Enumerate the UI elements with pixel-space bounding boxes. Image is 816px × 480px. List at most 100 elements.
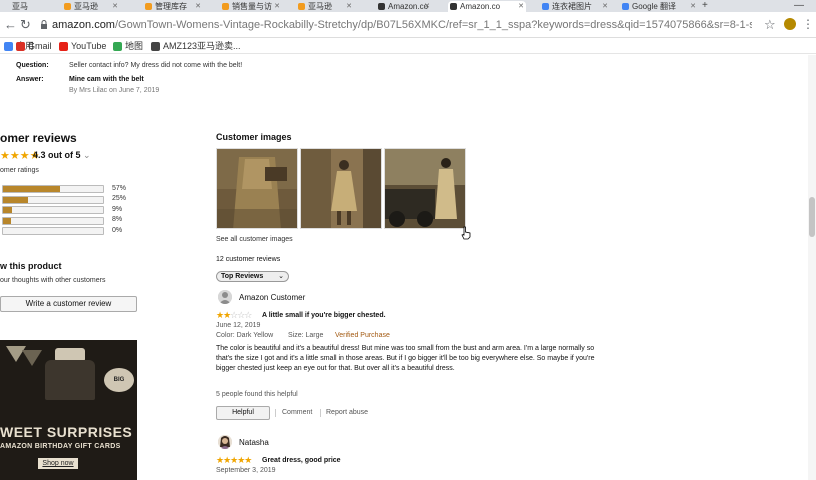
histogram-percent[interactable]: 25%	[112, 195, 126, 202]
tab-3[interactable]: 销售量与访 ✕	[220, 1, 282, 12]
write-review-button[interactable]: Write a customer review	[0, 296, 137, 312]
url-input[interactable]: amazon.com/GownTown-Womens-Vintage-Rocka…	[52, 18, 752, 32]
customer-image-thumb[interactable]	[216, 148, 298, 229]
chevron-down-icon: ⌄	[278, 273, 284, 280]
reviewer-avatar	[218, 290, 232, 304]
histogram-bar[interactable]	[2, 195, 104, 204]
histogram-bar[interactable]	[2, 206, 104, 214]
question-text[interactable]: Seller contact info? My dress did not co…	[69, 62, 242, 69]
page-scrollbar[interactable]	[808, 55, 816, 480]
tab-0-label: 亚马逊	[12, 2, 28, 11]
review-size[interactable]: Size: Large	[288, 332, 323, 339]
see-all-customer-images-link[interactable]: See all customer images	[216, 236, 293, 243]
lock-icon	[41, 20, 47, 29]
bookmark-maps[interactable]: 地图	[113, 40, 143, 52]
tab-close-icon[interactable]: ✕	[274, 1, 280, 12]
customer-image-thumb[interactable]	[384, 148, 466, 229]
party-flag-icon	[22, 350, 42, 366]
tab-close-icon[interactable]: ✕	[195, 1, 201, 12]
reload-icon[interactable]: ↻	[20, 18, 31, 32]
comment-link[interactable]: Comment	[282, 409, 312, 416]
sort-selected-label: Top Reviews	[221, 273, 264, 280]
bookmark-gmail[interactable]: Gmail	[16, 40, 52, 52]
review-this-product-heading: w this product	[0, 261, 62, 271]
minimize-window-icon[interactable]: —	[794, 0, 804, 12]
customer-photo	[385, 149, 465, 228]
tab-close-icon[interactable]: ✕	[112, 1, 118, 12]
bookmark-youtube[interactable]: YouTube	[59, 40, 106, 52]
tab-close-icon[interactable]: ✕	[346, 1, 352, 12]
verified-purchase-badge: Verified Purchase	[335, 332, 390, 339]
review-stars-icon: ★★★★★	[216, 455, 252, 466]
histogram-percent[interactable]: 9%	[112, 206, 122, 213]
helpful-button[interactable]: Helpful	[216, 406, 270, 420]
review-stars-icon: ★★☆☆☆	[216, 310, 252, 321]
star-empty-icon: ☆☆☆	[230, 310, 252, 320]
google-translate-favicon-icon	[622, 3, 629, 10]
review-color[interactable]: Color: Dark Yellow	[216, 332, 273, 339]
tab-8[interactable]: 连衣裙图片 ✕	[540, 1, 610, 12]
customer-images-heading: Customer images	[216, 132, 292, 142]
youtube-icon	[59, 42, 68, 51]
amazon-favicon-icon	[450, 3, 457, 10]
bookmark-star-icon[interactable]: ☆	[764, 17, 776, 33]
tab-active[interactable]: Amazon.co ✕	[448, 1, 526, 12]
histogram-bar[interactable]	[2, 185, 104, 193]
tab-close-icon[interactable]: ✕	[424, 1, 430, 12]
reviewer-name[interactable]: Amazon Customer	[239, 293, 305, 302]
tab-close-icon[interactable]: ✕	[602, 1, 608, 12]
search-favicon-icon	[542, 3, 549, 10]
page-content: Question: Seller contact info? My dress …	[0, 55, 816, 480]
reviewer-name[interactable]: Natasha	[239, 438, 269, 447]
tab-9[interactable]: Google 翻译 ✕	[620, 1, 698, 12]
birthday-gift-card-ad[interactable]: BIG WEET SURPRISES AMAZON BIRTHDAY GIFT …	[0, 340, 137, 480]
tab-2-label: 管理库存	[155, 2, 187, 11]
tab-0[interactable]: 亚马逊	[0, 1, 28, 12]
shop-now-button[interactable]: Shop now	[38, 458, 78, 469]
histogram-percent[interactable]: 8%	[112, 216, 122, 223]
histogram-percent[interactable]: 0%	[112, 227, 122, 234]
new-tab-icon[interactable]: +	[702, 0, 708, 12]
histogram-fill	[3, 196, 28, 203]
average-rating[interactable]: 4.3 out of 5 ⌄	[33, 150, 91, 161]
global-ratings-label: omer ratings	[0, 167, 39, 174]
histogram-percent[interactable]: 57%	[112, 185, 126, 192]
bookmark-label: YouTube	[71, 41, 107, 51]
star-filled-icon: ★★	[216, 310, 231, 320]
histogram-bar[interactable]	[2, 216, 104, 225]
tab-4[interactable]: 亚马逊 ✕	[296, 1, 354, 12]
amazon-favicon-icon	[298, 3, 305, 10]
reviewer-avatar	[218, 435, 232, 449]
customer-photo	[217, 149, 297, 228]
amazon-favicon-icon	[64, 3, 71, 10]
customer-reviews-heading: omer reviews	[0, 131, 77, 145]
profile-avatar-icon[interactable]	[784, 18, 796, 30]
report-abuse-link[interactable]: Report abuse	[326, 409, 368, 416]
scrollbar-thumb[interactable]	[809, 197, 815, 237]
review-date: June 12, 2019	[216, 322, 261, 329]
review-date: September 3, 2019	[216, 467, 276, 474]
customer-review-count: 12 customer reviews	[216, 256, 281, 263]
tab-2[interactable]: 管理库存 ✕	[143, 1, 203, 12]
bookmarks-bar: 应用 Gmail YouTube 地图 AMZ123亚马逊卖...	[0, 38, 816, 54]
back-icon[interactable]: ←	[4, 18, 17, 32]
histogram-bar[interactable]	[2, 227, 104, 235]
tab-1[interactable]: 亚马逊 ✕	[62, 1, 120, 12]
tab-6-label: Amazon.co	[388, 2, 429, 11]
tab-5[interactable]: Amazon.co ✕	[376, 1, 432, 12]
sort-reviews-select[interactable]: Top Reviews ⌄	[216, 271, 289, 282]
menu-kebab-icon[interactable]: ⋮	[802, 17, 814, 31]
tab-4-label: 亚马逊	[308, 2, 332, 11]
histogram-fill	[3, 207, 12, 213]
bookmark-amz123[interactable]: AMZ123亚马逊卖...	[151, 40, 241, 52]
answer-label: Answer:	[16, 76, 44, 83]
review-title[interactable]: Great dress, good price	[262, 457, 341, 464]
tab-close-icon[interactable]: ✕	[690, 1, 696, 12]
review-title[interactable]: A little small if you're bigger chested.	[262, 312, 386, 319]
customer-image-thumb[interactable]	[300, 148, 382, 229]
share-thoughts-text: our thoughts with other customers	[0, 277, 106, 284]
maps-icon	[113, 42, 122, 51]
hand-cursor-icon	[461, 226, 471, 240]
tab-close-icon[interactable]: ✕	[518, 1, 524, 12]
histogram-fill	[3, 186, 60, 192]
